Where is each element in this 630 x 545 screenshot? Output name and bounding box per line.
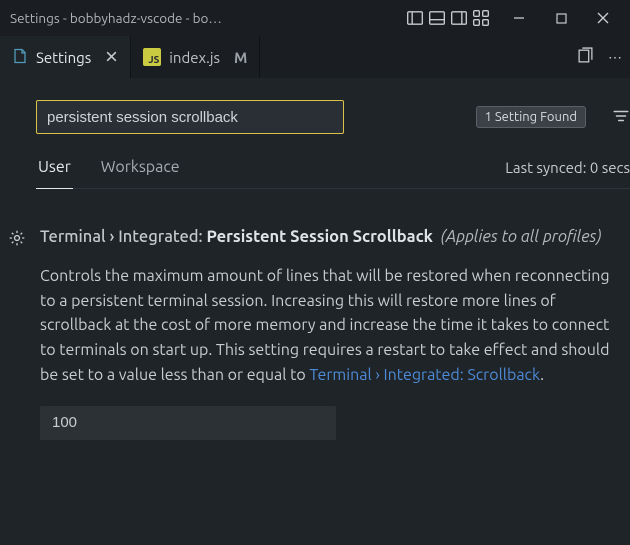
editor-tabs: Settings JS index.js M ⋯	[0, 36, 630, 78]
setting-value-input[interactable]	[40, 406, 336, 440]
open-changes-icon[interactable]	[577, 47, 594, 67]
settings-search-row: 1 Setting Found	[36, 100, 630, 134]
window-title: Settings - bobbyhadz-vscode - bo…	[10, 10, 222, 26]
scope-tab-user[interactable]: User	[36, 158, 73, 189]
setting-item: Terminal › Integrated: Persistent Sessio…	[36, 225, 630, 440]
layout-panel-bottom-icon[interactable]	[428, 9, 446, 27]
settings-sync-status[interactable]: Last synced: 0 secs	[505, 159, 630, 188]
layout-panel-right-icon[interactable]	[450, 9, 468, 27]
gear-icon[interactable]	[8, 234, 26, 250]
settings-search-input[interactable]	[36, 100, 344, 134]
tab-indexjs[interactable]: JS index.js M	[131, 36, 260, 78]
tab-label: Settings	[36, 49, 91, 66]
setting-category: Terminal › Integrated:	[40, 228, 206, 246]
results-count-badge: 1 Setting Found	[476, 106, 586, 128]
settings-scope-tabs: User Workspace Last synced: 0 secs	[36, 158, 630, 189]
layout-customize-icon[interactable]	[472, 9, 490, 27]
maximize-icon[interactable]	[540, 0, 582, 36]
minimize-icon[interactable]	[498, 0, 540, 36]
editor-layout-controls	[406, 9, 490, 27]
setting-title: Terminal › Integrated: Persistent Sessio…	[40, 225, 626, 250]
settings-content: 1 Setting Found User Workspace Last sync…	[0, 78, 630, 440]
window-controls	[498, 0, 624, 36]
setting-scope-hint: (Applies to all profiles)	[441, 228, 602, 246]
setting-actions	[8, 225, 26, 440]
tab-actions: ⋯	[577, 36, 630, 78]
more-actions-icon[interactable]: ⋯	[604, 49, 622, 66]
js-file-icon: JS	[143, 48, 161, 66]
tab-close-icon[interactable]	[105, 49, 118, 66]
setting-description: Controls the maximum amount of lines tha…	[40, 264, 626, 388]
settings-file-icon	[12, 48, 28, 67]
setting-link-scrollback[interactable]: Terminal › Integrated: Scrollback	[309, 366, 540, 384]
close-icon[interactable]	[582, 0, 624, 36]
setting-name: Persistent Session Scrollback	[206, 228, 432, 246]
tab-modified-indicator: M	[234, 49, 247, 66]
window-titlebar: Settings - bobbyhadz-vscode - bo…	[0, 0, 630, 36]
tab-settings[interactable]: Settings	[0, 36, 131, 78]
layout-panel-left-icon[interactable]	[406, 9, 424, 27]
tab-label: index.js	[169, 49, 220, 66]
settings-filter-icon[interactable]	[612, 107, 630, 128]
setting-body: Terminal › Integrated: Persistent Sessio…	[40, 225, 626, 440]
scope-tab-workspace[interactable]: Workspace	[99, 158, 182, 188]
